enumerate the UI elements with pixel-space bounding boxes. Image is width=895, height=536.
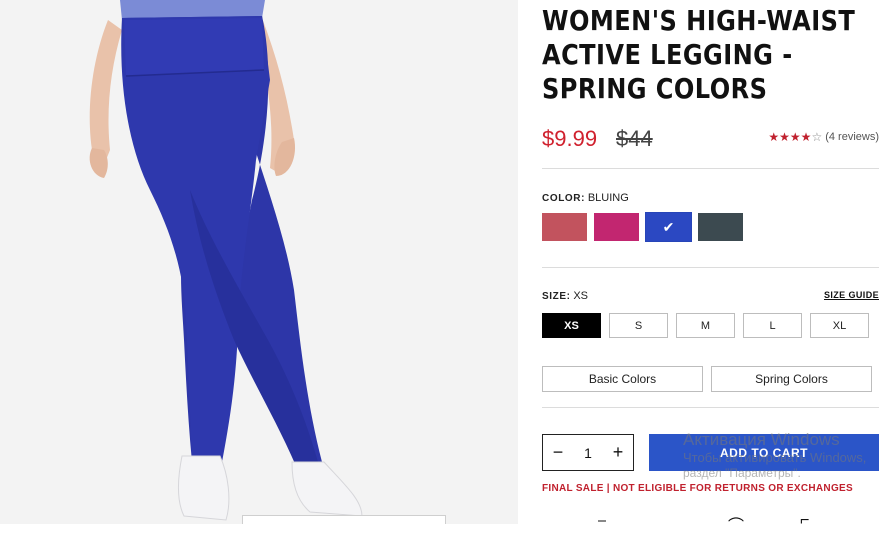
checkmark-icon: ✔ xyxy=(662,218,675,235)
shirt-icon: ⌐ xyxy=(800,512,810,529)
swatch-bluing[interactable]: ✔ xyxy=(645,212,692,242)
size-label-key: SIZE: xyxy=(542,291,571,302)
star-rating: ★ ★ ★ ★ ☆ xyxy=(768,131,822,143)
size-value: XS xyxy=(573,290,589,302)
feature-icons: ⎯ ⌒ ⌐ xyxy=(542,512,879,535)
size-options: XS S M L XL xyxy=(542,313,869,338)
swatch-magenta[interactable] xyxy=(594,213,639,241)
star-icon: ★ xyxy=(800,130,812,144)
reviews-link[interactable]: (4 reviews) xyxy=(825,131,879,143)
size-xl-button[interactable]: XL xyxy=(810,313,869,338)
star-icon: ★ xyxy=(789,130,801,144)
price-row: $9.99 $44 ★ ★ ★ ★ ☆ (4 reviews) xyxy=(542,126,879,156)
thumbnail-strip xyxy=(242,515,446,524)
quantity-value[interactable]: 1 xyxy=(584,445,592,461)
decrement-button[interactable]: − xyxy=(551,442,565,463)
final-sale-notice: FINAL SALE | NOT ELIGIBLE FOR RETURNS OR… xyxy=(542,483,853,494)
star-empty-icon: ☆ xyxy=(811,130,823,144)
color-swatches: ✔ xyxy=(542,212,743,242)
size-l-button[interactable]: L xyxy=(743,313,802,338)
size-guide-link[interactable]: SIZE GUIDE xyxy=(824,290,879,300)
size-label: SIZE: XS xyxy=(542,290,588,302)
size-m-button[interactable]: M xyxy=(676,313,735,338)
hanger-icon: ⌒ xyxy=(728,518,745,535)
sale-price: $9.99 xyxy=(542,126,598,151)
quantity-stepper: − 1 + xyxy=(542,434,634,471)
size-xs-button[interactable]: XS xyxy=(542,313,601,338)
collection-options: Basic Colors Spring Colors xyxy=(542,366,872,392)
color-label-key: COLOR: xyxy=(542,193,586,204)
color-value: BLUING xyxy=(587,192,629,204)
spring-colors-button[interactable]: Spring Colors xyxy=(711,366,872,392)
rating[interactable]: ★ ★ ★ ★ ☆ (4 reviews) xyxy=(768,131,879,143)
increment-button[interactable]: + xyxy=(611,442,625,463)
color-label: COLOR: BLUING xyxy=(542,192,629,204)
product-title: WOMEN'S HIGH-WAIST ACTIVE LEGGING - SPRI… xyxy=(542,4,856,105)
divider xyxy=(542,267,879,268)
product-image[interactable] xyxy=(0,0,518,524)
original-price: $44 xyxy=(616,126,653,151)
divider xyxy=(542,407,879,408)
add-to-cart-button[interactable]: ADD TO CART xyxy=(649,434,879,471)
ruler-icon: ⎯ xyxy=(598,512,607,529)
star-icon: ★ xyxy=(779,130,790,144)
product-details: WOMEN'S HIGH-WAIST ACTIVE LEGGING - SPRI… xyxy=(542,0,879,535)
legging-photo xyxy=(0,0,518,524)
swatch-slate[interactable] xyxy=(698,213,743,241)
star-icon: ★ xyxy=(768,130,780,144)
divider xyxy=(542,168,879,169)
basic-colors-button[interactable]: Basic Colors xyxy=(542,366,703,392)
swatch-rose[interactable] xyxy=(542,213,587,241)
size-s-button[interactable]: S xyxy=(609,313,668,338)
